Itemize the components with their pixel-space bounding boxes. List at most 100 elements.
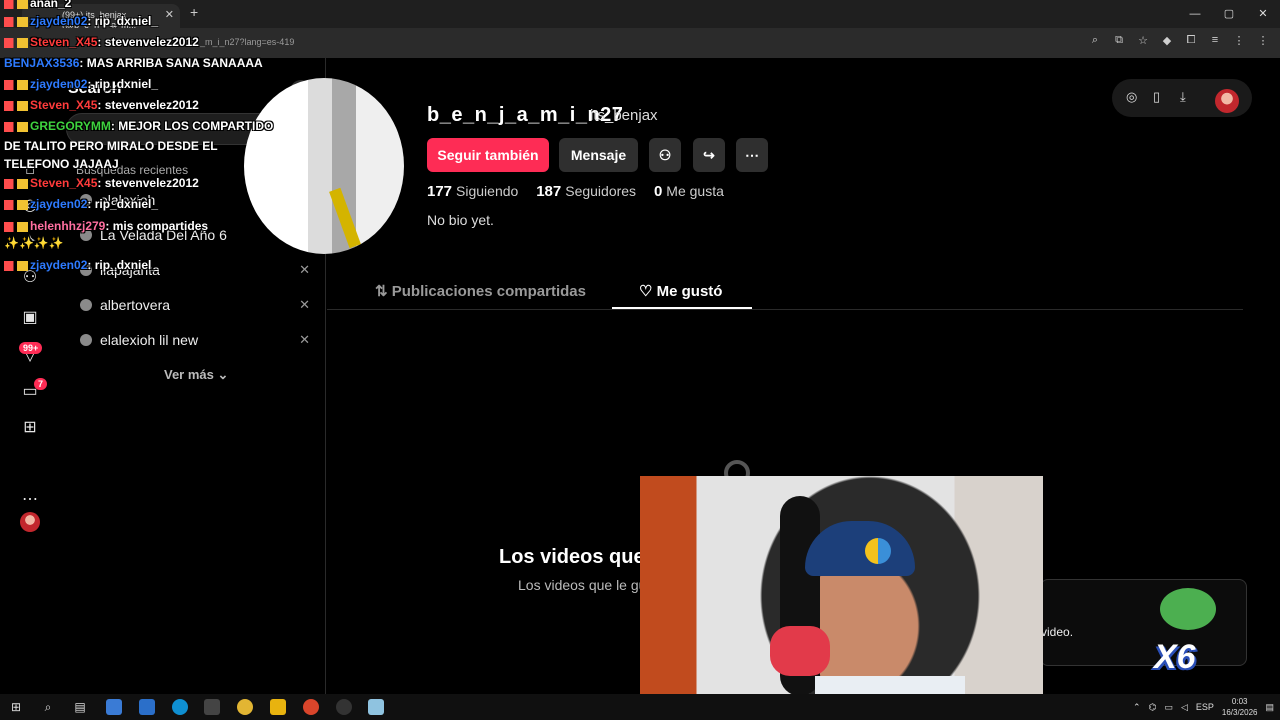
mail-icon[interactable] <box>139 699 155 715</box>
remove-icon[interactable]: ✕ <box>299 297 310 313</box>
store-icon[interactable] <box>204 699 220 715</box>
extension-icon[interactable]: ◆ <box>1160 34 1174 47</box>
combo-count: X6 <box>1154 638 1196 676</box>
more-options-icon[interactable]: ⋯ <box>736 138 768 172</box>
system-tray: ⌃ ⌬ ▭ ◁ ESP 0:03 16/3/2026 ▤ <box>1133 694 1274 720</box>
obs-icon[interactable] <box>336 699 352 715</box>
chat-message: : stevenvelez2012 <box>97 98 199 112</box>
menu-icon[interactable]: ⋮ <box>1232 34 1246 47</box>
chevron-up-icon[interactable]: ⌃ <box>1133 702 1141 713</box>
chat-user: zjayden02 <box>30 258 88 272</box>
profile-stats: 177 Siguiendo 187 Seguidores 0 Me gusta <box>427 183 738 200</box>
media-icon[interactable]: ≡ <box>1208 34 1222 47</box>
minimize-icon[interactable]: — <box>1178 0 1212 28</box>
taskbar-clock[interactable]: 0:03 16/3/2026 <box>1222 696 1258 718</box>
chat-message: : rip_dxniel_ <box>87 197 159 211</box>
chat-sparkles: ✨✨✨✨ <box>4 236 64 250</box>
chat-line: Steven_X45: stevenvelez2012 <box>4 35 199 49</box>
chat-message: : stevenvelez2012 <box>97 176 199 190</box>
profile-handle: its_benjax <box>590 107 658 124</box>
upload-icon[interactable]: ⊞ <box>18 416 42 440</box>
streamer-cap <box>805 521 915 576</box>
followers-stat[interactable]: 187 Seguidores <box>536 183 636 200</box>
chat-user: anan_2 <box>30 0 72 10</box>
app-icon[interactable] <box>368 699 384 715</box>
remove-icon[interactable]: ✕ <box>299 262 310 278</box>
chat-badges <box>4 37 28 48</box>
remove-icon[interactable]: ✕ <box>299 332 310 348</box>
clock-icon <box>80 334 92 346</box>
chrome-active-icon[interactable] <box>303 699 319 715</box>
chat-user: helenhhzj279 <box>30 219 106 233</box>
puzzle-icon[interactable]: ⧠ <box>1184 34 1198 47</box>
chat-badges <box>4 79 28 90</box>
bookmark-star-icon[interactable]: ☆ <box>1136 34 1150 47</box>
profile-tabs: ⇅ Publicaciones compartidas ♡ Me gustó <box>327 270 1243 310</box>
volume-icon[interactable]: ◁ <box>1181 702 1188 713</box>
notifications-icon[interactable]: ▤ <box>1265 702 1274 713</box>
chat-user: Steven_X45 <box>30 176 98 190</box>
language-indicator[interactable]: ESP <box>1196 702 1214 712</box>
profile-avatar[interactable] <box>20 512 40 532</box>
message-button[interactable]: Mensaje <box>559 138 638 172</box>
windows-taskbar: ⊞ ⌕ ▤ ⌃ ⌬ ▭ ◁ ESP 0:03 16/3/2026 ▤ <box>0 694 1280 720</box>
following-stat[interactable]: 177 Siguiendo <box>427 183 519 200</box>
file-explorer-icon[interactable] <box>270 699 286 715</box>
chat-message: : rip_dxniel_ <box>87 258 159 272</box>
chat-line: zjayden02: rip_dxniel_ <box>4 77 158 91</box>
chat-message: : rip_dxniel_ <box>87 14 159 28</box>
follow-button[interactable]: Seguir también <box>427 138 549 172</box>
likes-stat: 0 Me gusta <box>653 183 724 200</box>
recent-search-item[interactable]: albertovera ✕ <box>80 297 310 317</box>
chat-badges <box>4 178 28 189</box>
download-icon[interactable]: ⤓ <box>1180 89 1186 105</box>
chat-line: zjayden02: rip_dxniel_ <box>4 258 158 272</box>
chat-line: Steven_X45: stevenvelez2012 <box>4 98 199 112</box>
close-window-icon[interactable]: ✕ <box>1246 0 1280 28</box>
chat-user: zjayden02 <box>30 77 88 91</box>
address-bar-icons: ⌕ ⧉ ☆ ◆ ⧠ ≡ ⋮ ⋮ <box>1088 34 1270 47</box>
account-avatar[interactable] <box>1215 89 1239 113</box>
recent-search-text: albertovera <box>100 297 171 313</box>
chat-user: Steven_X45 <box>30 35 98 49</box>
chrome-icon[interactable] <box>237 699 253 715</box>
likes-label: Me gusta <box>666 183 724 199</box>
chat-line: BENJAX3536: MAS ARRIBA SANA SANAAAA <box>4 56 263 70</box>
windows-start-icon[interactable]: ⊞ <box>8 699 24 715</box>
chat-message: : rip_dxniel_ <box>87 77 159 91</box>
zoom-icon[interactable]: ⌕ <box>1088 34 1102 47</box>
network-icon[interactable]: ⌬ <box>1149 702 1157 713</box>
tab-shared-posts[interactable]: ⇅ Publicaciones compartidas <box>375 282 586 300</box>
microphone <box>770 626 830 676</box>
see-more-button[interactable]: Ver más ⌄ <box>164 367 228 383</box>
maximize-icon[interactable]: ▢ <box>1212 0 1246 28</box>
copilot-icon[interactable] <box>106 699 122 715</box>
chat-message: : MEJOR LOS COMPARTIDO <box>110 119 274 133</box>
search-icon[interactable]: ⌕ <box>40 699 56 715</box>
tab-liked[interactable]: ♡ Me gustó <box>639 282 722 300</box>
chat-line: anan_2 <box>4 0 71 10</box>
install-icon[interactable]: ⧉ <box>1112 34 1126 47</box>
inbox-badge: 7 <box>34 378 48 390</box>
coins-icon[interactable]: ◎ <box>1126 89 1137 105</box>
chat-user: GREGORYMM <box>30 119 111 133</box>
cap-logo <box>865 538 891 564</box>
following-label: Siguiendo <box>456 183 519 199</box>
phone-icon[interactable]: ▯ <box>1153 89 1160 105</box>
share-icon[interactable]: ↪ <box>693 138 725 172</box>
chat-line: Steven_X45: stevenvelez2012 <box>4 176 199 190</box>
recent-search-text: elalexioh lil new <box>100 332 199 348</box>
likes-count: 0 <box>653 183 663 200</box>
chat-user: zjayden02 <box>30 197 88 211</box>
live-icon[interactable]: ▣ <box>18 306 42 330</box>
more-icon[interactable]: ⋯ <box>18 488 42 512</box>
clock-time: 0:03 <box>1231 697 1248 706</box>
task-view-icon[interactable]: ▤ <box>72 699 88 715</box>
chat-badges <box>4 121 28 132</box>
recent-search-item[interactable]: elalexioh lil new ✕ <box>80 332 310 352</box>
edge-icon[interactable] <box>172 699 188 715</box>
more-icon[interactable]: ⋮ <box>1256 34 1270 47</box>
notification-text: video. <box>1041 625 1074 639</box>
battery-icon[interactable]: ▭ <box>1164 702 1173 713</box>
add-friend-icon[interactable]: ⚇ <box>649 138 681 172</box>
